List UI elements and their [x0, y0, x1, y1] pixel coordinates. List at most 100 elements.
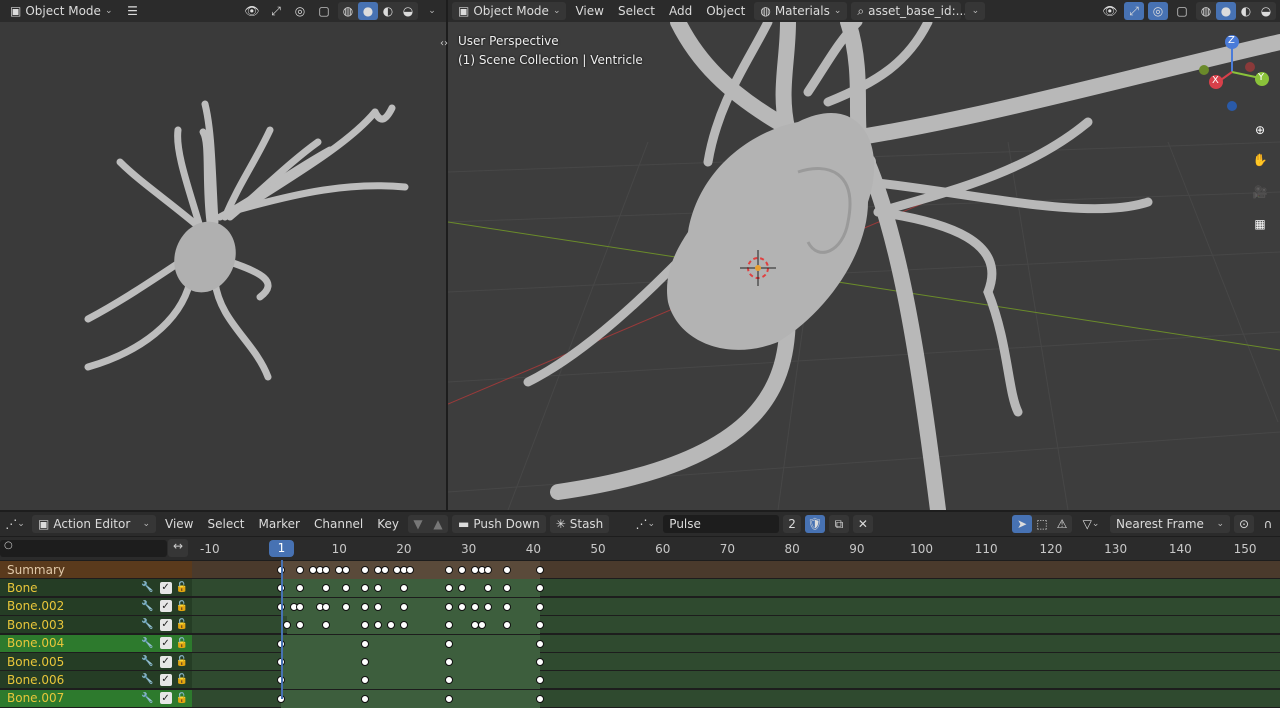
solid-shading-icon[interactable]: ●: [1216, 2, 1236, 20]
keyframe[interactable]: [458, 602, 467, 611]
xray-toggle-icon[interactable]: ▢: [1172, 2, 1192, 20]
keyframe[interactable]: [374, 602, 383, 611]
mute-checkbox[interactable]: ✓: [159, 673, 172, 686]
wrench-icon[interactable]: 🔧: [141, 638, 153, 649]
material-shading-icon[interactable]: ◐: [1236, 2, 1256, 20]
lock-icon[interactable]: 🔓: [176, 674, 188, 685]
wrench-icon[interactable]: 🔧: [141, 693, 153, 704]
editor-type-icon[interactable]: ⋰ ⌄: [2, 515, 28, 533]
mute-checkbox[interactable]: ✓: [159, 692, 172, 705]
push-down-button[interactable]: ▬ Push Down: [452, 515, 546, 533]
lock-icon[interactable]: 🔓: [176, 638, 188, 649]
mute-checkbox[interactable]: ✓: [159, 637, 172, 650]
keyframe[interactable]: [458, 584, 467, 593]
keyframe[interactable]: [445, 676, 454, 685]
filter-icon[interactable]: ▽ ⌄: [1076, 515, 1106, 533]
lock-icon[interactable]: 🔓: [176, 582, 188, 593]
keyframe[interactable]: [341, 584, 350, 593]
select-cursor-icon[interactable]: ➤: [1012, 515, 1032, 533]
search-options-icon[interactable]: ⌄: [965, 2, 986, 20]
keyframe[interactable]: [361, 676, 370, 685]
menu-select[interactable]: Select: [613, 4, 660, 18]
keyframe[interactable]: [445, 621, 454, 630]
area-split-handle[interactable]: ‹›: [440, 38, 448, 49]
keyframe[interactable]: [380, 566, 389, 574]
keyframe[interactable]: [322, 621, 331, 630]
duplicate-action-icon[interactable]: ⧉: [828, 515, 849, 533]
solid-shading-icon[interactable]: ●: [358, 2, 378, 20]
keyframe[interactable]: [445, 639, 454, 648]
keyframe[interactable]: [374, 584, 383, 593]
lock-icon[interactable]: 🔓: [176, 693, 188, 704]
keyframe[interactable]: [322, 602, 331, 611]
lock-icon[interactable]: 🔓: [176, 619, 188, 630]
keyframe[interactable]: [361, 639, 370, 648]
gizmo-toggle-icon[interactable]: ⤢: [266, 2, 286, 20]
channel-search-input[interactable]: ○: [0, 540, 167, 557]
layer-up-icon[interactable]: ▲: [428, 515, 448, 533]
keyframe[interactable]: [484, 566, 493, 574]
keyframe[interactable]: [484, 602, 493, 611]
action-name-field[interactable]: Pulse: [663, 515, 780, 533]
action-browse-icon[interactable]: ⋰ ⌄: [631, 515, 659, 533]
camera-icon[interactable]: 🎥: [1246, 178, 1274, 206]
keyframe[interactable]: [361, 566, 370, 574]
keyframe[interactable]: [361, 584, 370, 593]
gizmo-toggle-icon[interactable]: ⤢: [1124, 2, 1144, 20]
wireframe-shading-icon[interactable]: ◍: [1196, 2, 1216, 20]
keyframe[interactable]: [503, 602, 512, 611]
bone-channel[interactable]: Bone.006 🔧 ✓ 🔓: [0, 671, 192, 690]
rendered-shading-icon[interactable]: ◒: [398, 2, 418, 20]
layer-down-icon[interactable]: ▼: [408, 515, 428, 533]
wrench-icon[interactable]: 🔧: [141, 601, 153, 612]
keyframe[interactable]: [503, 584, 512, 593]
hamburger-menu-icon[interactable]: ☰: [122, 2, 142, 20]
right-mode-dropdown[interactable]: ▣ Object Mode ⌄: [452, 2, 567, 20]
keyframe[interactable]: [484, 584, 493, 593]
ae-menu-marker[interactable]: Marker: [254, 517, 305, 531]
frame-ruler[interactable]: ○ ↔ -10 10 20 30 40 50 60 70 80 90 100 110 120 130 140…: [0, 537, 1280, 560]
xray-toggle-icon[interactable]: ▢: [314, 2, 334, 20]
keyframe[interactable]: [361, 658, 370, 666]
keyframe[interactable]: [322, 584, 331, 593]
navigation-gizmo[interactable]: Z Y X: [1194, 34, 1274, 114]
keyframe[interactable]: [296, 602, 305, 611]
materials-dropdown[interactable]: ◍ Materials ⌄: [754, 2, 848, 20]
box-select-icon[interactable]: ⬚: [1032, 515, 1052, 533]
keyframe[interactable]: [386, 621, 395, 630]
menu-object[interactable]: Object: [701, 4, 750, 18]
keyframe[interactable]: [399, 584, 408, 593]
bone-channel[interactable]: Bone.004 🔧 ✓ 🔓: [0, 634, 192, 653]
keyframe[interactable]: [296, 584, 305, 593]
menu-add[interactable]: Add: [664, 4, 697, 18]
keyframe[interactable]: [535, 602, 544, 611]
keyframe[interactable]: [341, 602, 350, 611]
keyframe[interactable]: [283, 621, 292, 630]
shading-options-icon[interactable]: ⌄: [422, 2, 442, 20]
keyframe[interactable]: [445, 602, 454, 611]
keyframe[interactable]: [471, 602, 480, 611]
ortho-grid-icon[interactable]: ▦: [1246, 210, 1274, 238]
keyframe[interactable]: [406, 566, 415, 574]
keyframe[interactable]: [503, 621, 512, 630]
expand-channels-icon[interactable]: ↔: [168, 539, 188, 557]
action-users-count[interactable]: 2: [783, 515, 801, 533]
keyframe[interactable]: [445, 584, 454, 593]
bone-channel[interactable]: Bone 🔧 ✓ 🔓: [0, 579, 192, 598]
keyframe[interactable]: [535, 584, 544, 593]
editor-mode-dropdown[interactable]: ▣ Action Editor ⌄: [32, 515, 156, 533]
keyframe[interactable]: [535, 676, 544, 685]
mute-checkbox[interactable]: ✓: [159, 655, 172, 668]
menu-view[interactable]: View: [570, 4, 608, 18]
keyframe[interactable]: [399, 602, 408, 611]
fake-user-shield-icon[interactable]: 🛡: [804, 515, 825, 533]
keyframe[interactable]: [535, 566, 544, 574]
proportional-edit-icon[interactable]: ⊙: [1234, 515, 1254, 533]
keyframe[interactable]: [322, 566, 331, 574]
keyframe[interactable]: [535, 658, 544, 666]
visibility-eye-icon[interactable]: 👁: [242, 2, 262, 20]
mute-checkbox[interactable]: ✓: [159, 600, 172, 613]
lock-icon[interactable]: 🔓: [176, 656, 188, 667]
ae-menu-select[interactable]: Select: [202, 517, 249, 531]
keyframe[interactable]: [445, 566, 454, 574]
